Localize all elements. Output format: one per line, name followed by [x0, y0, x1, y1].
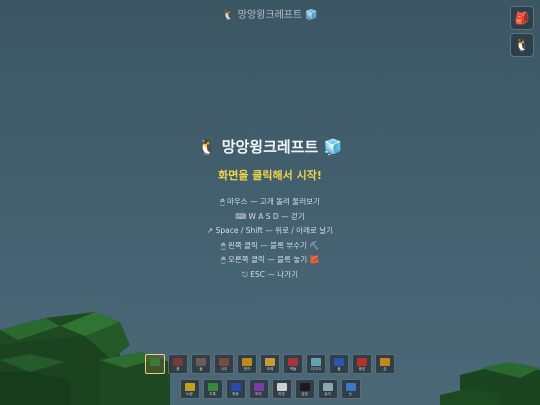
hotbar-slot-label: 검정: [301, 392, 308, 396]
game-title: 🐧 망앙윙크레프트 🧊: [197, 138, 343, 156]
hotbar-slot-label: 노랑: [186, 392, 193, 396]
hotbar-slot[interactable]: 유리: [317, 379, 338, 399]
hotbar-slot[interactable]: 물: [329, 354, 349, 374]
block-swatch-icon: [242, 358, 252, 366]
hotbar-slot[interactable]: 초록: [202, 379, 223, 399]
block-swatch-icon: [265, 358, 275, 366]
hotbar-slot-label: 돌: [199, 367, 203, 371]
hotbar-slot-label: 물: [337, 367, 341, 371]
block-swatch-icon: [357, 358, 367, 366]
hotbar-slot-label: 나무: [220, 367, 228, 371]
hotbar-slot[interactable]: 판자: [237, 354, 257, 374]
block-swatch-icon: [150, 358, 160, 366]
control-wasd-walk: ⌨ W A S D — 걷기: [235, 211, 305, 221]
hotbar-slot[interactable]: 눈: [340, 379, 361, 399]
block-swatch-icon: [173, 358, 183, 366]
hotbar-slot-label: 흙: [176, 367, 180, 371]
block-swatch-icon: [311, 358, 321, 366]
hotbar-row-1: 흙 돌 나무 판자 모래 벽돌 다이아 물 용암 금: [0, 354, 540, 374]
hotbar-slot-label: 파랑: [232, 392, 239, 396]
block-swatch-icon: [322, 383, 333, 391]
block-swatch-icon: [380, 358, 390, 366]
control-place-block: 🖱 오른쪽 클릭 — 블록 놓기 🧱: [221, 255, 319, 264]
block-swatch-icon: [207, 383, 218, 391]
backpack-button[interactable]: 🎒: [510, 6, 534, 30]
hotbar-slot-label: 눈: [348, 392, 353, 396]
penguin-icon: 🐧: [514, 38, 530, 52]
hotbar-slot-label: 금: [383, 367, 387, 371]
block-swatch-icon: [253, 383, 264, 391]
hotbar-slot[interactable]: 나무: [214, 354, 234, 374]
block-swatch-icon: [196, 358, 206, 366]
block-swatch-icon: [334, 358, 344, 366]
control-escape: ⎋ ESC — 나가기: [241, 269, 299, 279]
hotbar-slot-label: 초록: [209, 392, 216, 396]
hotbar-slot-label: 판자: [243, 367, 251, 371]
hotbar-slot-label: 유리: [324, 392, 331, 396]
hotbar-slot[interactable]: 돌: [191, 354, 211, 374]
hotbar-slot[interactable]: 다이아: [306, 354, 326, 374]
hotbar-slot[interactable]: 흙: [168, 354, 188, 374]
hotbar-slot[interactable]: 노랑: [179, 379, 200, 399]
start-overlay[interactable]: 🐧 망앙윙크레프트 🧊 화면을 클릭해서 시작! 🖱 마우스 — 고개 돌려 둘…: [0, 136, 540, 282]
hotbar-slot-label: 다이아: [311, 367, 321, 371]
hotbar-slot-label: 벽돌: [289, 367, 297, 371]
window-title: 🐧 망앙윙크레프트 🧊: [222, 10, 318, 21]
hotbar-slot[interactable]: 모래: [260, 354, 280, 374]
block-swatch-icon: [276, 383, 287, 391]
hotbar-slot-label: 모래: [266, 367, 274, 371]
hotbar-slot[interactable]: 벽돌: [283, 354, 303, 374]
block-swatch-icon: [219, 358, 229, 366]
hotbar-slot[interactable]: 검정: [294, 379, 315, 399]
control-break-block: 🖱 왼쪽 클릭 — 블록 부수기 ⛏: [221, 240, 319, 250]
penguin-button[interactable]: 🐧: [510, 33, 534, 57]
click-to-start-text[interactable]: 화면을 클릭해서 시작!: [0, 167, 540, 183]
block-swatch-icon: [288, 358, 298, 366]
backpack-icon: 🎒: [514, 11, 530, 25]
hotbar-slot-label: 보라: [255, 392, 262, 396]
hotbar-slot[interactable]: 파랑: [225, 379, 246, 399]
hotbar-slot[interactable]: 하양: [271, 379, 292, 399]
block-swatch-icon: [184, 383, 195, 391]
hotbar-slot[interactable]: 보라: [248, 379, 269, 399]
control-mouse-look: 🖱 마우스 — 고개 돌려 둘러보기: [220, 197, 320, 206]
control-fly: ↗ Space / Shift — 위로 / 아래로 날기: [206, 226, 334, 235]
block-swatch-icon: [299, 383, 310, 391]
hotbar-slot-label: 용암: [358, 367, 366, 371]
block-swatch-icon: [230, 383, 241, 391]
block-swatch-icon: [345, 383, 356, 391]
hotbar-slot[interactable]: 금: [375, 354, 395, 374]
hotbar-slot[interactable]: [145, 354, 165, 374]
hotbar-slot-label: 하양: [278, 392, 285, 396]
hotbar-slot[interactable]: 용암: [352, 354, 372, 374]
hotbar-row-2: 노랑 초록 파랑 보라 하양 검정 유리 눈: [0, 379, 540, 399]
